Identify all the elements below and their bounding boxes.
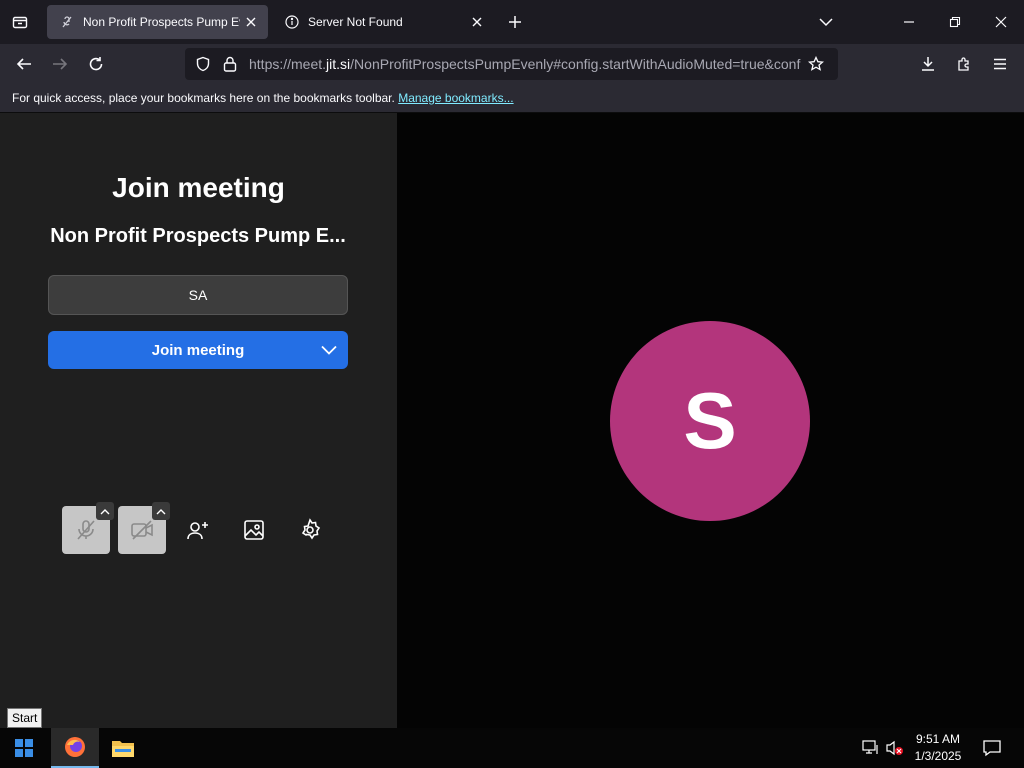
close-tab-icon[interactable] <box>240 11 262 33</box>
star-bookmark-icon[interactable] <box>801 56 831 72</box>
notifications-icon[interactable] <box>982 738 1002 763</box>
tab-jitsi-meeting[interactable]: Non Profit Prospects Pump Eve <box>47 5 268 39</box>
chevron-down-icon[interactable] <box>310 331 348 369</box>
download-icon[interactable] <box>912 48 944 80</box>
back-arrow-icon[interactable] <box>8 48 40 80</box>
taskbar-file-explorer[interactable] <box>99 728 147 768</box>
bookmarks-toolbar: For quick access, place your bookmarks h… <box>0 84 1024 113</box>
lock-icon[interactable] <box>223 56 243 72</box>
manage-bookmarks-link[interactable]: Manage bookmarks... <box>398 91 513 105</box>
clock-time: 9:51 AM <box>915 732 961 746</box>
join-meeting-label: Join meeting <box>151 341 245 359</box>
address-bar[interactable]: https://meet.jit.si/NonProfitProspectsPu… <box>185 48 838 80</box>
forward-arrow-icon[interactable] <box>44 48 76 80</box>
menu-hamburger-icon[interactable] <box>984 48 1016 80</box>
background-image-icon[interactable] <box>238 514 270 546</box>
join-meeting-button[interactable]: Join meeting <box>48 331 348 369</box>
video-settings-caret-icon[interactable] <box>152 502 170 520</box>
windows-taskbar: 9:51 AM 1/3/2025 <box>0 728 1024 768</box>
taskbar-firefox[interactable] <box>51 728 99 768</box>
new-tab-icon[interactable] <box>499 6 531 38</box>
restore-icon[interactable] <box>939 6 971 38</box>
minimize-icon[interactable] <box>893 6 925 38</box>
clock-date: 1/3/2025 <box>914 749 962 763</box>
camera-off-icon <box>130 518 154 542</box>
audio-settings-caret-icon[interactable] <box>96 502 114 520</box>
folder-icon <box>111 738 135 758</box>
url-text[interactable]: https://meet.jit.si/NonProfitProspectsPu… <box>249 56 801 72</box>
display-name-input[interactable] <box>48 275 348 315</box>
list-all-tabs-icon[interactable] <box>4 6 36 38</box>
extensions-icon[interactable] <box>948 48 980 80</box>
tab-server-not-found[interactable]: Server Not Found <box>272 5 494 39</box>
tab-title: Server Not Found <box>308 15 403 29</box>
navigation-toolbar: https://meet.jit.si/NonProfitProspectsPu… <box>0 44 1024 84</box>
firefox-icon <box>63 735 87 759</box>
participant-avatar: S <box>610 321 810 521</box>
close-window-icon[interactable] <box>985 6 1017 38</box>
reload-icon[interactable] <box>80 48 112 80</box>
invite-people-icon[interactable] <box>182 514 214 546</box>
bookmarks-hint-text: For quick access, place your bookmarks h… <box>12 91 395 105</box>
mute-tab-icon <box>59 14 75 30</box>
shield-icon[interactable] <box>195 56 217 72</box>
info-icon <box>284 14 300 30</box>
chevron-down-icon[interactable] <box>810 6 842 38</box>
page-title: Join meeting <box>112 172 285 203</box>
prejoin-panel <box>0 113 397 728</box>
start-button[interactable] <box>0 728 48 768</box>
settings-gear-icon[interactable] <box>294 514 326 546</box>
microphone-muted-icon <box>74 518 98 542</box>
tab-title: Non Profit Prospects Pump Eve <box>83 15 240 29</box>
start-tooltip: Start <box>7 708 43 728</box>
meeting-name: Non Profit Prospects Pump E... <box>50 225 346 247</box>
close-tab-icon[interactable] <box>466 11 488 33</box>
taskbar-clock[interactable]: 9:51 AM 1/3/2025 <box>900 731 976 765</box>
tab-strip: Non Profit Prospects Pump Eve Server Not… <box>0 0 1024 44</box>
network-icon[interactable] <box>862 740 880 761</box>
windows-logo-icon <box>15 739 33 757</box>
